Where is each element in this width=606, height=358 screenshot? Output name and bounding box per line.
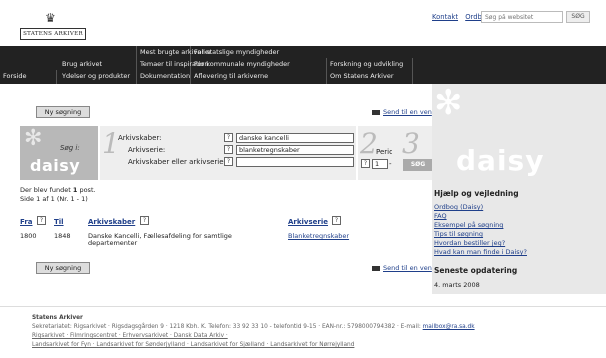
nav-research[interactable]: Forskning og udvikling [330,58,403,70]
help-icon-fra[interactable]: ? [37,216,46,225]
row-fra: 1800 [20,232,37,240]
send-to-friend-top[interactable]: Send til en ven [372,108,432,116]
site-search-button[interactable]: SØG [566,11,590,23]
help-link-what[interactable]: Hvad kan man finde i Daisy? [434,248,527,256]
column-header-arkivskaber[interactable]: Arkivskaber [88,218,135,226]
help-link-order[interactable]: Hvordan bestiller jeg? [434,239,505,247]
period-from-input[interactable]: 1 [372,159,388,169]
search-step-1: 1 Arkivskaber: ? danske kancelli Arkivse… [100,126,356,180]
row-arkivserie-link[interactable]: Blanketregnskaber [288,232,349,240]
nav-about[interactable]: Om Statens Arkiver [330,70,394,82]
nav-use-archive[interactable]: Brug arkivet [62,58,102,70]
help-heading: Hjælp og vejledning [434,189,519,198]
logo-text: STATENS ARKIVER [20,28,86,40]
send-to-friend-bottom[interactable]: Send til en ven [372,264,432,272]
sidebar: ✻ daisy Hjælp og vejledning Ordbog (Dais… [432,84,606,294]
help-icon-periode[interactable]: ? [361,159,370,168]
flower-icon: ✻ [24,126,43,151]
send-to-friend-label[interactable]: Send til en ven [383,108,432,116]
help-link-tips[interactable]: Tips til søgning [434,230,483,238]
help-icon-combined[interactable]: ? [224,157,233,166]
new-search-button-bottom[interactable]: Ny søgning [36,262,90,274]
main-navigation: Mest brugte arkivalier For statslige myn… [0,46,606,84]
results-found: Der blev fundet 1 post. [20,186,96,194]
row-arkivskaber-line2: departementer [88,239,138,247]
contact-link[interactable]: Kontakt [432,13,458,21]
column-header-til[interactable]: Til [54,218,64,226]
help-icon-arkivskaber-col[interactable]: ? [140,216,149,225]
help-link-glossary[interactable]: Ordbog (Daisy) [434,203,483,211]
daisy-search-prefix: Søg i: [60,144,80,152]
column-header-fra[interactable]: Fra [20,218,33,226]
site-logo[interactable]: ♛ STATENS ARKIVER [20,12,86,42]
send-to-friend-label[interactable]: Send til en ven [383,264,432,272]
envelope-icon [372,265,380,271]
nav-documentation[interactable]: Dokumentation [140,70,190,82]
footer: Statens Arkiver Sekretariatet: Rigsarkiv… [0,306,606,358]
label-combined: Arkivskaber eller arkivserie: [128,158,226,166]
nav-municipal-authorities[interactable]: For kommunale myndigheder [194,58,290,70]
label-arkivskaber: Arkivskaber: [118,134,162,142]
update-date: 4. marts 2008 [434,281,480,289]
daisy-word: daisy [30,156,81,175]
footer-links-1[interactable]: Rigsarkivet · Filmringscentret · Erhverv… [32,333,228,339]
results-page-info: Side 1 af 1 (Nr. 1 - 1) [20,195,88,203]
main-content: Ny søgning Send til en ven ✻ Søg i: dais… [20,106,444,294]
nav-home[interactable]: Forside [3,70,26,82]
footer-email-link[interactable]: mailbox@ra.sa.dk [423,324,475,330]
daisy-logo: ✻ Søg i: daisy [20,126,98,180]
footer-links-2[interactable]: Landsarkivet for Fyn · Landsarkivet for … [32,342,354,348]
site-search-input[interactable] [481,11,563,23]
arkivserie-input[interactable]: blanketregnskaber [236,145,354,155]
combined-input[interactable] [236,157,354,167]
help-link-faq[interactable]: FAQ [434,212,447,220]
row-til: 1848 [54,232,71,240]
header: ♛ STATENS ARKIVER Kontakt Ordbog SØG [0,0,606,46]
step-number-3: 3 [402,127,420,160]
help-link-example[interactable]: Eksempel på søgning [434,221,503,229]
help-icon-arkivserie[interactable]: ? [224,145,233,154]
footer-org: Statens Arkiver [32,315,83,321]
footer-address: Sekretariatet: Rigsarkivet · Rigsdagsgår… [32,324,475,330]
arkivskaber-input[interactable]: danske kancelli [236,133,354,143]
column-header-arkivserie[interactable]: Arkivserie [288,218,328,226]
new-search-button-top[interactable]: Ny søgning [36,106,90,118]
label-arkivserie: Arkivserie: [128,146,166,154]
nav-delivery[interactable]: Aflevering til arkiverne [194,70,268,82]
help-icon-arkivskaber[interactable]: ? [224,133,233,142]
flower-icon: ✻ [434,83,463,123]
envelope-icon [372,109,380,115]
crown-icon: ♛ [45,11,56,25]
help-icon-arkivserie-col[interactable]: ? [332,216,341,225]
update-heading: Seneste opdatering [434,266,518,275]
nav-services[interactable]: Ydelser og produkter [62,70,130,82]
search-submit-button[interactable]: SØG [403,159,433,171]
sidebar-daisy-word: daisy [456,144,545,177]
nav-state-authorities[interactable]: For statslige myndigheder [194,46,279,58]
search-panel: ✻ Søg i: daisy 1 Arkivskaber: ? danske k… [20,126,424,180]
